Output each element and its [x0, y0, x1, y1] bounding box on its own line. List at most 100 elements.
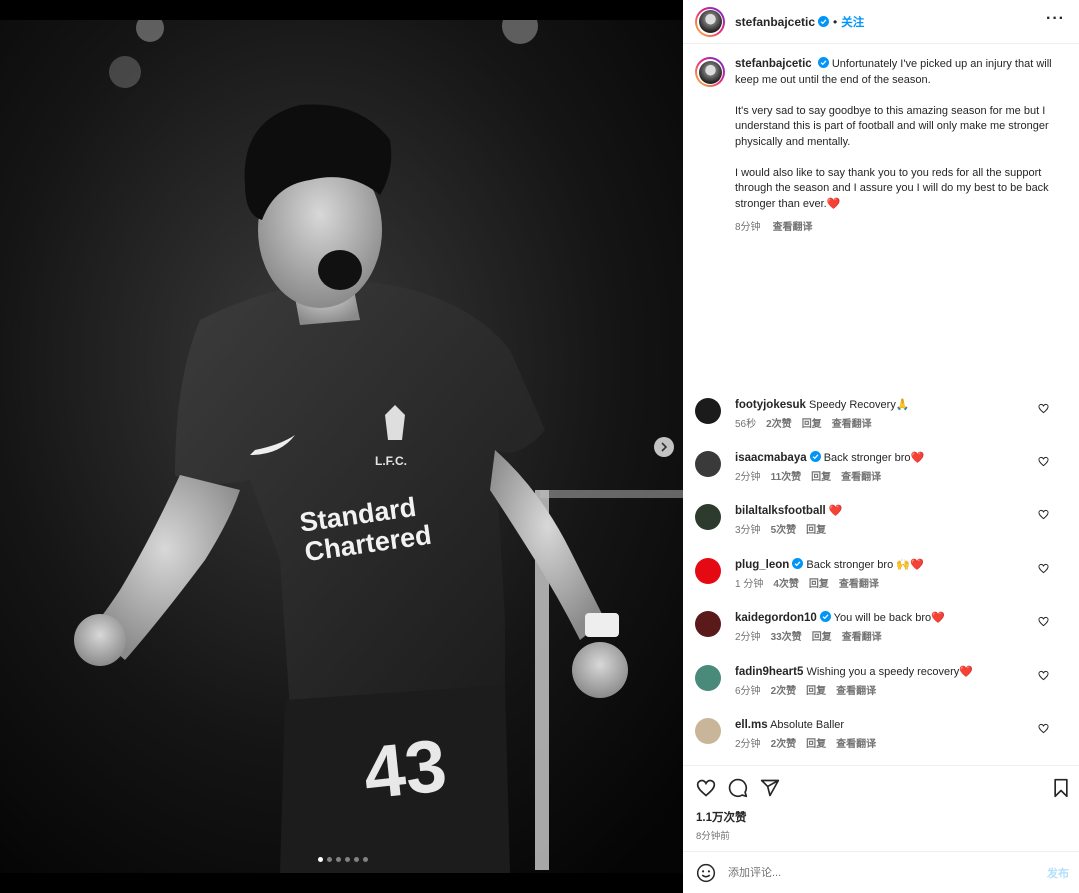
post-footer: 1.1万次赞 8分钟前 发布	[683, 765, 1079, 893]
translate-link[interactable]: 查看翻译	[836, 684, 876, 699]
reply-button[interactable]: 回复	[812, 630, 832, 645]
comment-emoji: ❤️	[828, 505, 843, 517]
comment-like-heart-icon[interactable]	[1038, 509, 1049, 520]
comment-time: 56秒	[735, 419, 757, 430]
comment-item: ell.ms Absolute Baller 2分钟 2次赞 回复 查看翻译	[683, 718, 1057, 752]
commenter-avatar[interactable]	[695, 504, 721, 530]
comment-like-heart-icon[interactable]	[1038, 616, 1049, 627]
comment-like-count[interactable]: 11次赞	[771, 470, 802, 485]
translate-link[interactable]: 查看翻译	[836, 737, 876, 752]
reply-button[interactable]: 回复	[802, 417, 822, 432]
post-media: 43 L.F.C. Standard Chartered	[0, 0, 683, 893]
comment-emoji: ❤️	[909, 559, 924, 571]
comment-like-heart-icon[interactable]	[1038, 403, 1049, 414]
chevron-right-icon	[661, 442, 668, 452]
comments-list: footyjokesuk Speedy Recovery🙏 56秒 2次赞 回复 查看翻…	[683, 193, 1079, 765]
commenter-username[interactable]: isaacmabaya	[735, 452, 807, 464]
comment-item: kaidegordon10 You will be back bro❤️ 2分钟 3…	[683, 611, 1057, 645]
reply-button[interactable]: 回复	[811, 470, 831, 485]
slide-dot	[354, 857, 359, 862]
more-options-icon[interactable]: ···	[1046, 11, 1065, 27]
reply-button[interactable]: 回复	[809, 577, 829, 592]
caption-author-avatar[interactable]	[695, 57, 725, 87]
comment-icon[interactable]	[728, 778, 748, 798]
comment-item: fadin9heart5 Wishing you a speedy recove…	[683, 665, 1057, 699]
caption-username[interactable]: stefanbajcetic	[735, 58, 812, 70]
commenter-avatar[interactable]	[695, 558, 721, 584]
reply-button[interactable]: 回复	[806, 684, 826, 699]
follow-button[interactable]: 关注	[841, 14, 864, 30]
comment-like-heart-icon[interactable]	[1038, 723, 1049, 734]
translate-link[interactable]: 查看翻译	[842, 630, 882, 645]
commenter-avatar[interactable]	[695, 718, 721, 744]
translate-link[interactable]: 查看翻译	[839, 577, 879, 592]
save-bookmark-icon[interactable]	[1051, 778, 1071, 798]
comment-like-count[interactable]: 2次赞	[771, 737, 797, 752]
comment-emoji: ❤️	[959, 666, 974, 678]
post-photo: 43 L.F.C. Standard Chartered	[0, 20, 683, 873]
commenter-username[interactable]: kaidegordon10	[735, 612, 817, 624]
comment-emoji: ❤️	[910, 452, 925, 464]
comment-time: 2分钟	[735, 739, 761, 750]
commenter-avatar[interactable]	[695, 665, 721, 691]
add-comment-bar: 发布	[683, 851, 1079, 893]
comments-scroll-area[interactable]: stefanbajcetic Unfortunately I've picked…	[683, 45, 1079, 765]
commenter-username[interactable]: bilaltalksfootball	[735, 505, 826, 517]
comment-item: bilaltalksfootball ❤️ 3分钟 5次赞 回复	[683, 504, 1057, 538]
emoji-icon[interactable]	[696, 863, 716, 883]
comment-item: isaacmabaya Back stronger bro❤️ 2分钟 11次赞 回复…	[683, 451, 1057, 485]
post-detail-panel: stefanbajcetic • 关注 ··· stefanbajcetic U…	[683, 0, 1079, 893]
comment-like-count[interactable]: 5次赞	[771, 523, 797, 538]
comment-text: Back stronger bro 🙌	[806, 559, 910, 571]
share-icon[interactable]	[760, 778, 780, 798]
slide-dot	[327, 857, 332, 862]
comment-time: 3分钟	[735, 525, 761, 536]
comment-time: 6分钟	[735, 686, 761, 697]
comment-like-count[interactable]: 2次赞	[766, 417, 792, 432]
comment-like-heart-icon[interactable]	[1038, 563, 1049, 574]
like-heart-icon[interactable]	[696, 778, 716, 798]
verified-badge-icon	[817, 57, 829, 68]
commenter-username[interactable]: footyjokesuk	[735, 399, 806, 411]
comment-text: Back stronger bro	[823, 452, 911, 464]
comment-like-heart-icon[interactable]	[1038, 670, 1049, 681]
translate-link[interactable]: 查看翻译	[832, 417, 872, 432]
comment-text: Absolute Baller	[770, 719, 845, 731]
comment-input[interactable]	[728, 867, 1028, 879]
commenter-username[interactable]: fadin9heart5	[735, 666, 803, 678]
reply-button[interactable]: 回复	[806, 523, 826, 538]
author-avatar[interactable]	[695, 6, 725, 37]
slide-dot	[345, 857, 350, 862]
comment-text: Speedy Recovery🙏	[809, 399, 910, 411]
comment-like-count[interactable]: 33次赞	[771, 630, 802, 645]
author-username[interactable]: stefanbajcetic	[735, 15, 815, 29]
post-comment-button[interactable]: 发布	[1047, 865, 1069, 881]
commenter-avatar[interactable]	[695, 398, 721, 424]
comment-like-count[interactable]: 4次赞	[773, 577, 799, 592]
comment-like-heart-icon[interactable]	[1038, 456, 1049, 467]
next-slide-button[interactable]	[654, 437, 674, 457]
verified-badge-icon	[792, 558, 804, 569]
separator-dot: •	[833, 14, 838, 29]
commenter-username[interactable]: ell.ms	[735, 719, 768, 731]
reply-button[interactable]: 回复	[806, 737, 826, 752]
svg-text:43: 43	[360, 723, 451, 814]
verified-badge-icon	[809, 451, 821, 462]
post-time: 8分钟前	[696, 831, 730, 842]
comment-like-count[interactable]: 2次赞	[771, 684, 797, 699]
slide-indicator	[318, 857, 368, 862]
verified-badge-icon	[818, 16, 830, 27]
commenter-avatar[interactable]	[695, 451, 721, 477]
slide-dot	[336, 857, 341, 862]
like-count[interactable]: 1.1万次赞	[696, 809, 747, 825]
player-celebrating-image: 43 L.F.C. Standard Chartered	[0, 20, 683, 873]
commenter-avatar[interactable]	[695, 611, 721, 637]
commenter-username[interactable]: plug_leon	[735, 559, 789, 571]
comment-emoji: ❤️	[931, 612, 945, 624]
slide-dot	[318, 857, 323, 862]
svg-text:L.F.C.: L.F.C.	[375, 454, 407, 468]
translate-link[interactable]: 查看翻译	[841, 470, 881, 485]
verified-badge-icon	[819, 611, 831, 622]
caption-paragraph-2: It's very sad to say goodbye to this ama…	[735, 104, 1049, 148]
comment-text: You will be back bro	[833, 612, 932, 624]
